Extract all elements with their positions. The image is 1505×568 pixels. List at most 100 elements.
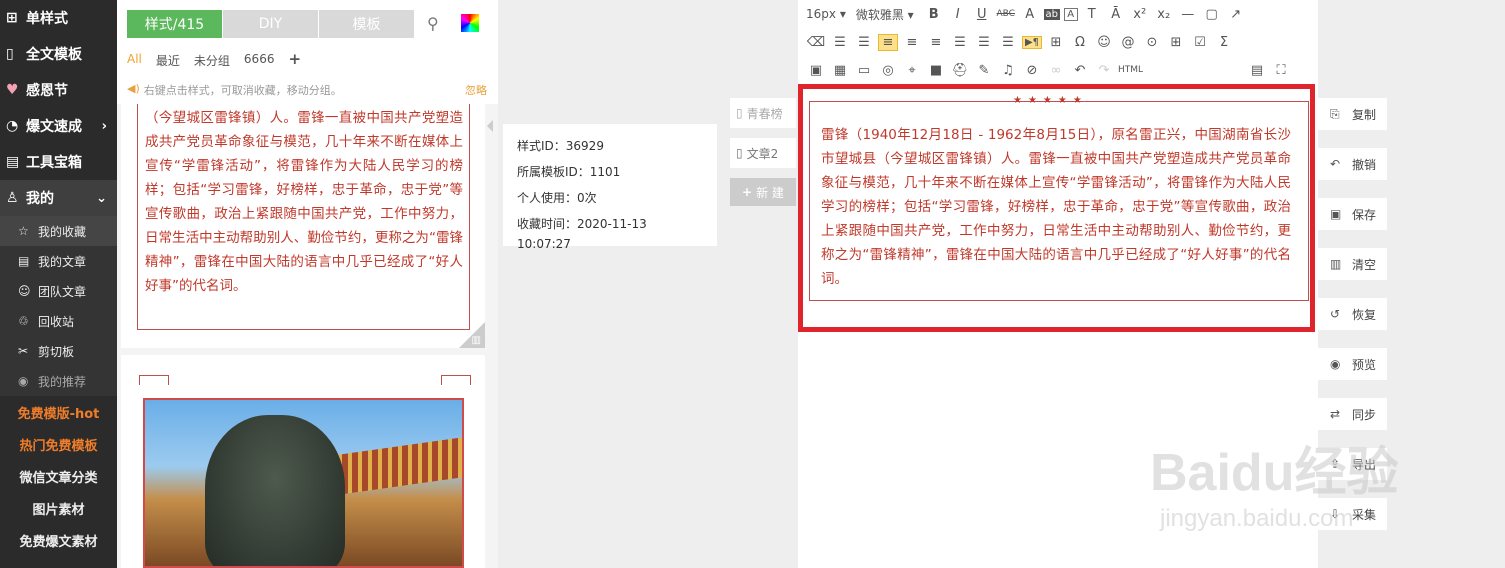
highlight-icon[interactable]: ab bbox=[1043, 8, 1060, 20]
align-left-icon[interactable]: ≡ bbox=[878, 33, 898, 51]
filter-ungrouped[interactable]: 未分组 bbox=[194, 52, 230, 69]
promo-image-material[interactable]: 图片素材 bbox=[0, 492, 117, 524]
text-effect-icon[interactable]: Ā bbox=[1106, 7, 1126, 22]
text-format-icon[interactable]: T bbox=[1082, 7, 1102, 22]
filter-group-6666[interactable]: 6666 bbox=[244, 52, 275, 69]
style-card[interactable]: （今望城区雷锋镇）人。雷锋一直被中国共产党塑造成共产党员革命象征与模范，几十年来… bbox=[121, 104, 485, 348]
color-palette-icon[interactable] bbox=[461, 14, 479, 32]
template-id: 所属模板ID：1101 bbox=[517, 165, 621, 179]
new-document-button[interactable]: + 新 建 bbox=[730, 178, 796, 206]
sidebar-item-single-style[interactable]: ⊞ 单样式 bbox=[0, 0, 117, 36]
align-right-icon[interactable]: ≡ bbox=[926, 35, 946, 50]
formula-icon[interactable]: Σ bbox=[1214, 35, 1234, 50]
sticker-icon[interactable]: ◎ bbox=[878, 63, 898, 78]
restore-button[interactable]: ↺ 恢复 bbox=[1318, 298, 1387, 330]
location-icon[interactable]: ⌖ bbox=[902, 63, 922, 78]
checklist-icon[interactable]: ☑ bbox=[1190, 35, 1210, 50]
sidebar-item-recycle-bin[interactable]: ♲ 回收站 bbox=[0, 306, 117, 336]
doc-item[interactable]: ▯ 青春榜 bbox=[730, 98, 796, 128]
undo-icon[interactable]: ↶ bbox=[1070, 63, 1090, 78]
strikethrough-icon[interactable]: ABC bbox=[996, 9, 1016, 19]
text-direction-icon[interactable]: ▶¶ bbox=[1022, 35, 1042, 49]
sidebar-item-thanksgiving[interactable]: ♥ 感恩节 bbox=[0, 72, 117, 108]
line-spacing-icon[interactable]: ☰ bbox=[854, 35, 874, 50]
table-icon[interactable]: ⊞ bbox=[1166, 35, 1186, 50]
frame-icon[interactable]: ▭ bbox=[854, 63, 874, 78]
undo-button[interactable]: ↶ 撤销 bbox=[1318, 148, 1387, 180]
find-replace-icon[interactable]: ⊙ bbox=[1142, 35, 1162, 50]
eraser-icon[interactable]: ⌫ bbox=[806, 35, 826, 50]
superscript-icon[interactable]: x² bbox=[1130, 7, 1150, 22]
copy-button[interactable]: ⎘ 复制 bbox=[1318, 98, 1387, 130]
tab-templates[interactable]: 模板 bbox=[319, 10, 414, 38]
sidebar-item-my-articles[interactable]: ▤ 我的文章 bbox=[0, 246, 117, 276]
article-text[interactable]: 雷锋（1940年12月18日 - 1962年8月15日），原名雷正兴，中国湖南省… bbox=[821, 123, 1291, 291]
font-size-select[interactable]: 16px ▾ bbox=[806, 7, 846, 21]
editor-content-area[interactable]: ★★★★★ 雷锋（1940年12月18日 - 1962年8月15日），原名雷正兴… bbox=[798, 84, 1315, 332]
image-icon[interactable]: ▣ bbox=[806, 63, 826, 78]
sidebar-item-clipboard[interactable]: ✂ 剪切板 bbox=[0, 336, 117, 366]
preview-button[interactable]: ◉ 预览 bbox=[1318, 348, 1387, 380]
justify-icon[interactable]: ☰ bbox=[950, 35, 970, 50]
align-center-icon[interactable]: ≡ bbox=[902, 35, 922, 50]
filter-all[interactable]: All bbox=[127, 52, 142, 69]
preview-icon: ◉ bbox=[1330, 357, 1341, 371]
sidebar-item-toolbox[interactable]: ▤ 工具宝箱 bbox=[0, 144, 117, 180]
underline-icon[interactable]: U bbox=[972, 7, 992, 22]
sidebar-item-recommend[interactable]: ◉ 我的推荐 bbox=[0, 366, 117, 396]
eye-icon: ◉ bbox=[18, 374, 29, 388]
unlink-icon[interactable]: ∞ bbox=[1046, 63, 1066, 78]
sidebar-item-full-template[interactable]: ▯ 全文模板 bbox=[0, 36, 117, 72]
collapse-arrow[interactable] bbox=[487, 120, 493, 132]
sidebar-item-favorites[interactable]: ☆ 我的收藏 bbox=[0, 216, 117, 246]
promo-free-material[interactable]: 免费爆文素材 bbox=[0, 524, 117, 556]
subscript-icon[interactable]: x₂ bbox=[1154, 7, 1174, 22]
tab-styles[interactable]: 样式/415 bbox=[127, 10, 222, 38]
style-card-image[interactable] bbox=[121, 355, 485, 568]
gallery-icon[interactable]: ▦ bbox=[830, 63, 850, 78]
fullscreen-icon[interactable]: ⛶ bbox=[1271, 63, 1291, 78]
format-icon[interactable]: ▤ bbox=[1247, 63, 1267, 78]
blank-page-icon[interactable]: ▢ bbox=[1202, 7, 1222, 22]
sidebar-item-team-articles[interactable]: ☺ 团队文章 bbox=[0, 276, 117, 306]
add-group-icon[interactable]: + bbox=[288, 50, 301, 69]
font-color-icon[interactable]: A bbox=[1020, 7, 1040, 22]
mention-icon[interactable]: @ bbox=[1118, 35, 1138, 50]
delete-icon[interactable]: ▥ bbox=[472, 335, 481, 346]
music-icon[interactable]: ♫ bbox=[998, 63, 1018, 78]
search-icon[interactable]: ⚲ bbox=[427, 14, 439, 33]
bold-icon[interactable]: B bbox=[924, 7, 944, 22]
indent-icon[interactable]: ☰ bbox=[830, 35, 850, 50]
paragraph-spacing-icon[interactable]: ☰ bbox=[974, 35, 994, 50]
layout-icon[interactable]: ⊞ bbox=[1046, 35, 1066, 50]
promo-hot-free-template[interactable]: 热门免费模板 bbox=[0, 428, 117, 460]
save-button[interactable]: ▣ 保存 bbox=[1318, 198, 1387, 230]
italic-icon[interactable]: I bbox=[948, 7, 968, 22]
external-link-icon[interactable]: ↗ bbox=[1226, 7, 1246, 22]
promo-wechat-category[interactable]: 微信文章分类 bbox=[0, 460, 117, 492]
ignore-link[interactable]: 忽略 bbox=[465, 82, 487, 98]
html-source-icon[interactable]: HTML bbox=[1118, 65, 1143, 75]
omega-icon[interactable]: Ω bbox=[1070, 35, 1090, 50]
font-family-select[interactable]: 微软雅黑 ▾ bbox=[856, 6, 914, 23]
border-icon[interactable]: A bbox=[1063, 7, 1078, 21]
list-icon[interactable]: ☰ bbox=[998, 35, 1018, 50]
clear-button[interactable]: ▥ 清空 bbox=[1318, 248, 1387, 280]
sidebar-item-mine[interactable]: ♙ 我的 ⌄ bbox=[0, 180, 117, 216]
magic-wand-icon[interactable]: ✎ bbox=[974, 63, 994, 78]
emoji-icon[interactable]: ☺ bbox=[1094, 35, 1114, 50]
plus-icon: + bbox=[742, 185, 753, 199]
filter-recent[interactable]: 最近 bbox=[156, 52, 180, 69]
promo-free-template-hot[interactable]: 免费模版-hot bbox=[0, 396, 117, 428]
stamp-icon[interactable]: ⛑ bbox=[950, 63, 970, 78]
sync-button[interactable]: ⇄ 同步 bbox=[1318, 398, 1387, 430]
tab-diy[interactable]: DIY bbox=[223, 10, 318, 38]
link-icon[interactable]: ⊘ bbox=[1022, 63, 1042, 78]
sidebar-item-quick-article[interactable]: ◔ 爆文速成 › bbox=[0, 108, 117, 144]
horizontal-rule-icon[interactable]: — bbox=[1178, 7, 1198, 22]
doc-item[interactable]: ▯ 文章2 bbox=[730, 138, 796, 168]
doc-label: 青春榜 bbox=[746, 106, 783, 121]
video-icon[interactable]: ■ bbox=[926, 63, 946, 78]
redo-icon[interactable]: ↷ bbox=[1094, 63, 1114, 78]
style-id: 样式ID：36929 bbox=[517, 139, 604, 153]
